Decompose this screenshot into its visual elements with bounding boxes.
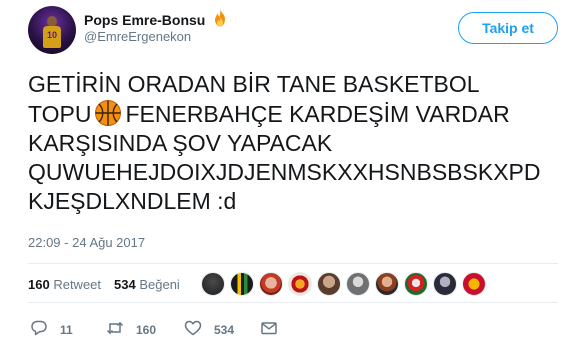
liker-avatar[interactable] xyxy=(317,272,341,296)
liker-avatar[interactable] xyxy=(404,272,428,296)
reply-count: 11 xyxy=(60,323,73,337)
direct-message-button[interactable] xyxy=(260,320,278,340)
reply-icon xyxy=(30,319,48,342)
liker-avatar[interactable] xyxy=(201,272,225,296)
tweet-line-with-emoji: TOPU FENERBAHÇE KARDEŞİM VARDAR xyxy=(28,99,564,129)
display-name-line[interactable]: Pops Emre-Bonsu xyxy=(84,9,228,30)
tweet-line: KJEŞDLXNDLEM :d xyxy=(28,188,237,214)
tweet-header: 10 Pops Emre-Bonsu @EmreErgenekon Takip … xyxy=(28,6,558,54)
avatar[interactable]: 10 xyxy=(28,6,76,54)
liker-avatar[interactable] xyxy=(230,272,254,296)
reply-button[interactable]: 11 xyxy=(30,320,73,340)
retweet-stat-count: 160 xyxy=(28,277,50,292)
basketball-icon xyxy=(94,99,122,127)
envelope-icon xyxy=(260,319,278,342)
retweet-icon xyxy=(106,319,124,342)
like-count: 534 xyxy=(214,323,235,337)
retweet-button[interactable]: 160 xyxy=(106,320,156,340)
liker-avatar[interactable] xyxy=(375,272,399,296)
tweet-line: KARŞISINDA ŞOV YAPACAK xyxy=(28,130,333,156)
like-button[interactable]: 534 xyxy=(184,320,234,340)
liker-avatar[interactable] xyxy=(462,272,486,296)
liker-avatar[interactable] xyxy=(346,272,370,296)
avatar-jersey-number: 10 xyxy=(46,30,57,40)
retweet-count: 160 xyxy=(136,323,157,337)
tweet-timestamp[interactable]: 22:09 - 24 Ağu 2017 xyxy=(28,235,145,250)
like-stat-count: 534 xyxy=(114,277,136,292)
divider xyxy=(28,302,558,303)
liker-avatar[interactable] xyxy=(288,272,312,296)
tweet-line-text: FENERBAHÇE KARDEŞİM VARDAR xyxy=(125,101,510,127)
display-name[interactable]: Pops Emre-Bonsu xyxy=(84,12,205,28)
divider xyxy=(28,263,558,264)
fire-icon xyxy=(212,9,228,30)
retweet-stat-label: Retweet xyxy=(53,277,102,292)
heart-icon xyxy=(184,319,202,342)
tweet-actions: 11 160 534 xyxy=(28,320,328,342)
retweet-stat[interactable]: 160 Retweet xyxy=(28,277,101,292)
tweet-line: QUWUEHEJDOIXJDJENMSKXXHSNBSBSKXPD xyxy=(28,159,541,185)
liker-avatar[interactable] xyxy=(433,272,457,296)
liker-avatar[interactable] xyxy=(259,272,283,296)
like-stat[interactable]: 534 Beğeni xyxy=(114,277,180,292)
tweet-line-text: TOPU xyxy=(28,101,92,127)
tweet-text: GETİRİN ORADAN BİR TANE BASKETBOL TOPU F… xyxy=(28,70,564,216)
follow-button[interactable]: Takip et xyxy=(458,12,558,44)
like-stat-label: Beğeni xyxy=(139,277,180,292)
tweet-line: GETİRİN ORADAN BİR TANE BASKETBOL xyxy=(28,71,480,97)
user-handle[interactable]: @EmreErgenekon xyxy=(84,29,191,44)
